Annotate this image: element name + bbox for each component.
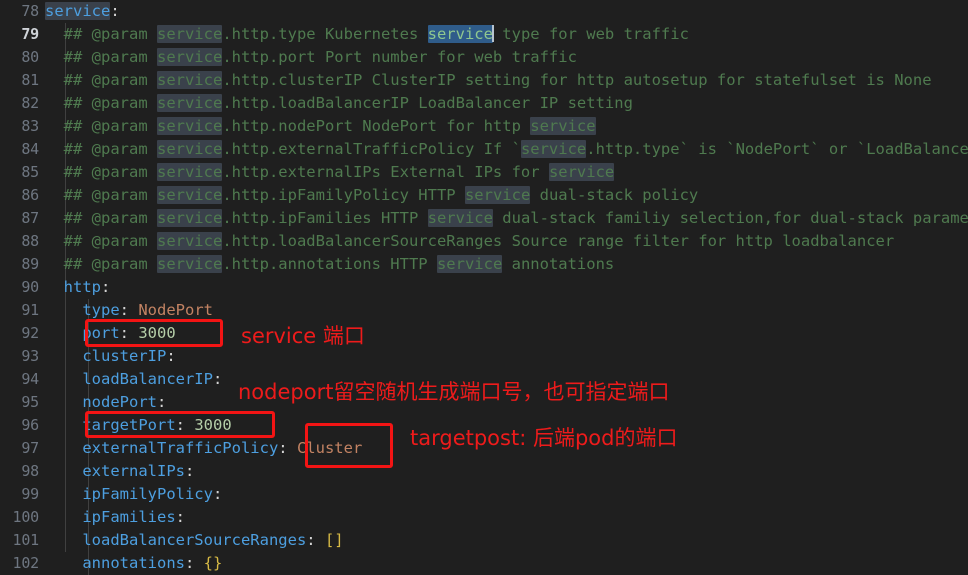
line-number: 86: [21, 186, 39, 204]
line-number: 98: [21, 462, 39, 480]
code-line[interactable]: ipFamilies:: [45, 506, 968, 529]
targetport-note: targetpost: 后端pod的端口: [410, 426, 678, 450]
line-number: 97: [21, 439, 39, 457]
line-number: 84: [21, 140, 39, 158]
code-line[interactable]: ## @param service.http.ipFamilies HTTP s…: [45, 207, 968, 230]
line-number: 82: [21, 94, 39, 112]
target-port-box: [85, 411, 275, 438]
code-line[interactable]: ## @param service.http.type Kubernetes s…: [45, 23, 968, 46]
code-content[interactable]: service: ## @param service.http.type Kub…: [45, 0, 968, 575]
line-number: 89: [21, 255, 39, 273]
code-line[interactable]: ## @param service.http.ipFamilyPolicy HT…: [45, 184, 968, 207]
line-number: 85: [21, 163, 39, 181]
code-line[interactable]: ## @param service.http.nodePort NodePort…: [45, 115, 968, 138]
code-line[interactable]: ipFamilyPolicy:: [45, 483, 968, 506]
line-number: 79: [21, 25, 39, 43]
line-number: 100: [12, 508, 40, 526]
code-line[interactable]: http:: [45, 276, 968, 299]
code-line[interactable]: ## @param service.http.loadBalancerIP Lo…: [45, 92, 968, 115]
line-number: 101: [12, 531, 40, 549]
line-number: 92: [21, 324, 39, 342]
code-line[interactable]: annotations: {}: [45, 552, 968, 575]
line-number: 102: [12, 554, 40, 572]
line-number: 78: [21, 2, 39, 20]
line-number: 83: [21, 117, 39, 135]
code-line[interactable]: ## @param service.http.externalTrafficPo…: [45, 138, 968, 161]
code-editor[interactable]: 78 79 80 81 82 83 84 85 86 87 88 89 90 9…: [0, 0, 968, 575]
line-number: 81: [21, 71, 39, 89]
code-line[interactable]: ## @param service.http.loadBalancerSourc…: [45, 230, 968, 253]
nodeport-note: nodeport留空随机生成端口号，也可指定端口: [238, 380, 670, 404]
code-line[interactable]: externalIPs:: [45, 460, 968, 483]
code-line[interactable]: ## @param service.http.clusterIP Cluster…: [45, 69, 968, 92]
code-line[interactable]: service:: [45, 0, 968, 23]
line-number: 90: [21, 278, 39, 296]
line-number: 94: [21, 370, 39, 388]
line-number-gutter: 78 79 80 81 82 83 84 85 86 87 88 89 90 9…: [0, 0, 45, 575]
code-line[interactable]: loadBalancerSourceRanges: []: [45, 529, 968, 552]
port-box: [85, 319, 223, 347]
line-number: 99: [21, 485, 39, 503]
code-line[interactable]: ## @param service.http.annotations HTTP …: [45, 253, 968, 276]
code-line[interactable]: ## @param service.http.port Port number …: [45, 46, 968, 69]
line-number: 96: [21, 416, 39, 434]
line-number: 91: [21, 301, 39, 319]
code-line[interactable]: ## @param service.http.externalIPs Exter…: [45, 161, 968, 184]
service-port-note: service 端口: [241, 324, 365, 348]
code-line[interactable]: clusterIP:: [45, 345, 968, 368]
line-number: 80: [21, 48, 39, 66]
line-number: 93: [21, 347, 39, 365]
line-number: 88: [21, 232, 39, 250]
line-number: 95: [21, 393, 39, 411]
line-number: 87: [21, 209, 39, 227]
cluster-box: [305, 423, 393, 468]
